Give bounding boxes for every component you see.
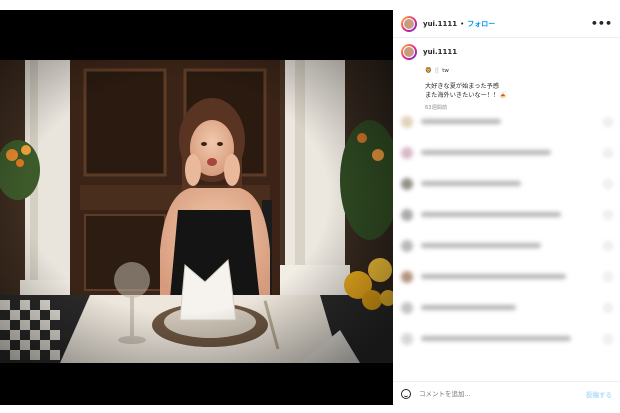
post-header: yui.1111 • フォロー ••• — [393, 10, 620, 38]
avatar[interactable] — [401, 15, 417, 32]
comments-list — [393, 114, 620, 362]
more-options-icon[interactable]: ••• — [591, 17, 612, 30]
comment-row[interactable] — [393, 207, 620, 222]
comment-row[interactable] — [393, 269, 620, 284]
caption-emoji-line: 🦁 🍴 tw — [425, 68, 449, 74]
caption: yui.1111 🦁 🍴 tw 大好きな夏が始まった予感 また海外いきたいなー！… — [393, 38, 620, 111]
comment-row[interactable] — [393, 238, 620, 253]
comment-row[interactable] — [393, 114, 620, 129]
comment-row[interactable] — [393, 300, 620, 315]
comment-input[interactable] — [419, 389, 569, 398]
comment-row[interactable] — [393, 331, 620, 346]
follow-button[interactable]: フォロー — [467, 19, 495, 29]
username-link[interactable]: yui.1111 — [423, 20, 457, 28]
caption-username[interactable]: yui.1111 — [423, 48, 457, 56]
post-sidebar: yui.1111 • フォロー ••• yui.1111 🦁 🍴 tw 大好きな… — [393, 10, 620, 405]
comment-bar: 投稿する — [393, 381, 620, 405]
caption-text: 🦁 🍴 tw 大好きな夏が始まった予感 また海外いきたいなー！！🍝 — [425, 67, 612, 101]
post-media — [0, 10, 393, 405]
caption-line-2: また海外いきたいなー！！🍝 — [425, 92, 507, 99]
comment-row[interactable] — [393, 176, 620, 191]
emoji-icon[interactable] — [401, 388, 411, 399]
post-comment-button[interactable]: 投稿する — [586, 389, 612, 399]
photo-illustration — [0, 60, 393, 363]
separator-dot: • — [460, 19, 465, 28]
caption-timestamp: 63週間前 — [425, 104, 448, 111]
post-photo[interactable] — [0, 60, 393, 363]
caption-avatar[interactable] — [401, 44, 417, 60]
comment-row[interactable] — [393, 145, 620, 160]
caption-line-1: 大好きな夏が始まった予感 — [425, 82, 500, 90]
instagram-post: yui.1111 • フォロー ••• yui.1111 🦁 🍴 tw 大好きな… — [0, 10, 620, 405]
